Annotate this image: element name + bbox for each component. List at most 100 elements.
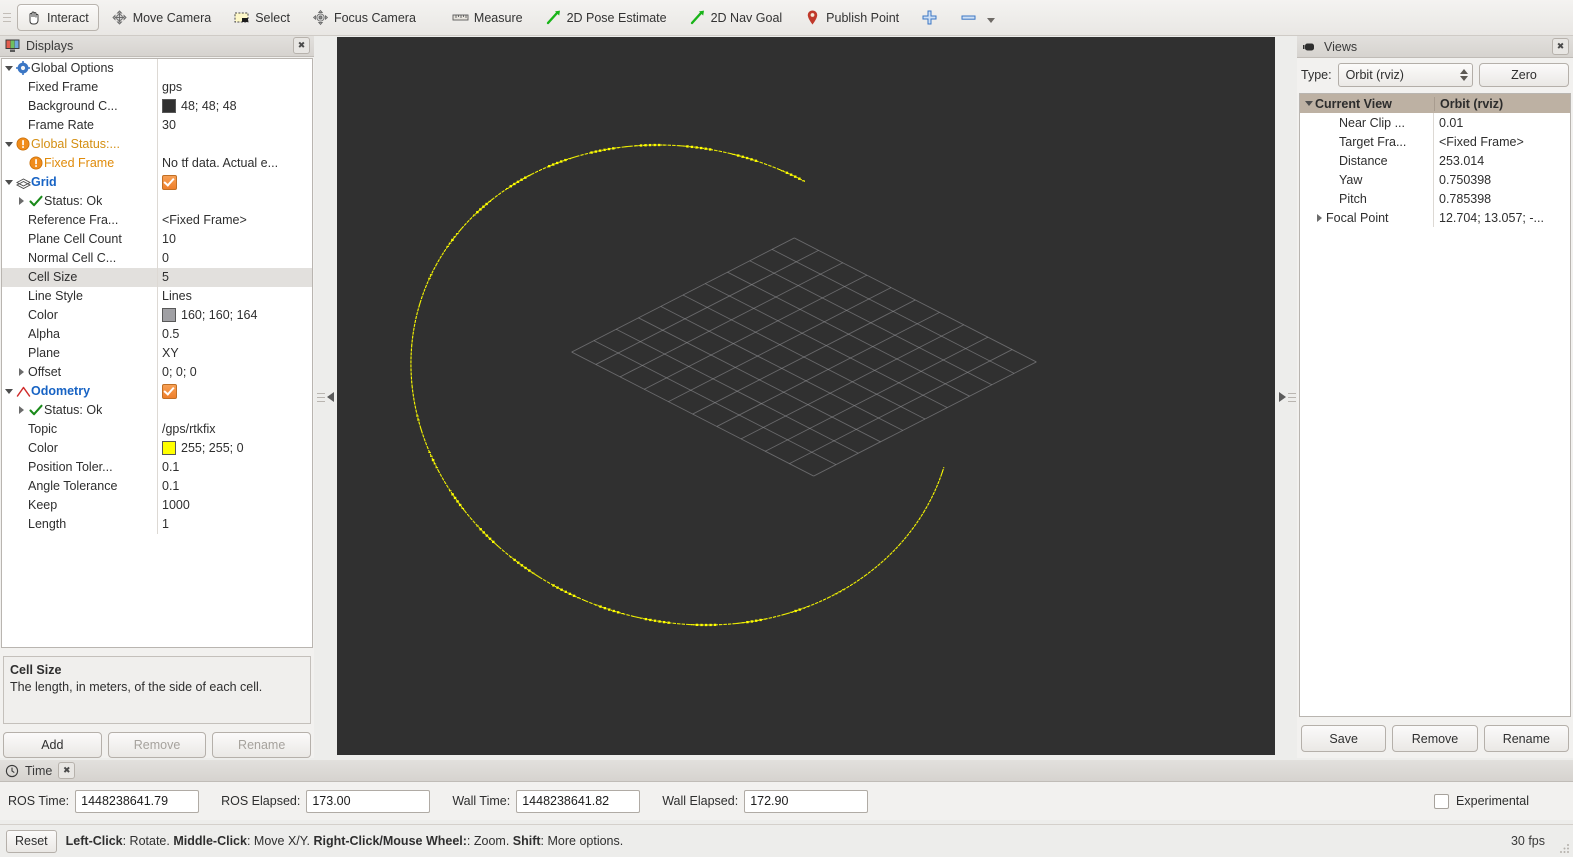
tool-2d-nav-goal[interactable]: 2D Nav Goal (681, 4, 793, 31)
current-view-twisty-icon[interactable] (1302, 101, 1315, 106)
twisty-open-icon[interactable] (2, 142, 15, 147)
view-property-row[interactable]: Distance 253.014 (1300, 151, 1570, 170)
display-property-row[interactable]: Frame Rate 30 (2, 115, 312, 135)
views-close-button[interactable]: ✖ (1552, 38, 1569, 55)
resize-grip-icon[interactable] (1558, 842, 1570, 854)
display-property-row[interactable]: Fixed Frame No tf data. Actual e... (2, 153, 312, 173)
zero-view-button[interactable]: Zero (1479, 63, 1569, 87)
twisty-open-icon[interactable] (2, 389, 15, 394)
property-value-cell[interactable]: 5 (158, 270, 312, 284)
property-value-cell[interactable]: 30 (158, 118, 312, 132)
property-value-cell[interactable]: Lines (158, 289, 312, 303)
twisty-closed-icon[interactable] (15, 368, 28, 376)
tool-remove-plugin[interactable] (952, 4, 1005, 31)
collapse-left-arrow-icon[interactable] (326, 392, 334, 402)
display-property-row[interactable]: Plane Cell Count 10 (2, 229, 312, 249)
property-value-cell[interactable]: /gps/rtkfix (158, 422, 312, 436)
twisty-open-icon[interactable] (2, 66, 15, 71)
display-property-row[interactable]: Color 255; 255; 0 (2, 438, 312, 458)
rename-display-button[interactable]: Rename (212, 732, 312, 758)
view-type-select[interactable]: Orbit (rviz) (1337, 63, 1473, 87)
display-property-row[interactable]: Color 160; 160; 164 (2, 305, 312, 325)
display-property-row[interactable]: Topic/gps/rtkfix (2, 419, 312, 439)
property-value-cell[interactable]: No tf data. Actual e... (158, 156, 312, 170)
display-property-row[interactable]: Normal Cell C... 0 (2, 248, 312, 268)
display-property-row[interactable]: Status: Ok (2, 400, 312, 420)
display-property-row[interactable]: Background C... 48; 48; 48 (2, 96, 312, 116)
time-field-input[interactable]: 172.90 (744, 789, 869, 813)
property-value-cell[interactable]: 10 (158, 232, 312, 246)
save-view-button[interactable]: Save (1301, 725, 1387, 752)
property-value-cell[interactable]: 0 (158, 251, 312, 265)
rename-view-button[interactable]: Rename (1483, 725, 1569, 752)
displays-property-tree[interactable]: Global Options Fixed Frame gps Background C… (1, 57, 313, 648)
tool-add-plugin[interactable] (913, 4, 948, 31)
display-property-row[interactable]: Plane XY (2, 343, 312, 363)
property-value-cell[interactable]: 160; 160; 164 (158, 308, 312, 323)
view-property-row[interactable]: Target Fra... <Fixed Frame> (1300, 132, 1570, 151)
property-value-cell[interactable] (158, 174, 312, 190)
twisty-closed-icon[interactable] (1313, 214, 1326, 222)
twisty-closed-icon[interactable] (15, 197, 28, 205)
display-property-row[interactable]: Line Style Lines (2, 286, 312, 306)
property-value-cell[interactable]: 255; 255; 0 (158, 441, 312, 456)
remove-display-button[interactable]: Remove (107, 732, 207, 758)
reset-button[interactable]: Reset (6, 829, 57, 853)
property-value-cell[interactable]: XY (158, 346, 312, 360)
property-value-cell[interactable]: 0.1 (158, 479, 312, 493)
time-field-input[interactable]: 173.00 (306, 789, 431, 813)
chevron-down-icon[interactable] (987, 18, 996, 23)
tool-measure[interactable]: Measure (444, 4, 533, 31)
enable-checkbox[interactable] (162, 174, 177, 190)
tool-2d-pose-estimate[interactable]: 2D Pose Estimate (537, 4, 677, 31)
toolbar-drag-handle[interactable] (3, 7, 13, 29)
display-property-row[interactable]: Alpha 0.5 (2, 324, 312, 344)
tool-move-camera[interactable]: Move Camera (103, 4, 222, 31)
view-property-row[interactable]: Yaw 0.750398 (1300, 170, 1570, 189)
property-value-cell[interactable] (158, 383, 312, 399)
display-property-row[interactable]: Keep 1000 (2, 495, 312, 515)
tool-publish-point[interactable]: Publish Point (796, 4, 909, 31)
view-property-value-label[interactable]: 0.785398 (1434, 192, 1570, 206)
display-property-row[interactable]: Length 1 (2, 514, 312, 534)
right-splitter[interactable] (1276, 36, 1298, 758)
color-swatch[interactable] (162, 308, 176, 323)
property-value-cell[interactable]: 1000 (158, 498, 312, 512)
view-property-value-label[interactable]: <Fixed Frame> (1434, 135, 1570, 149)
time-field-input[interactable]: 1448238641.79 (75, 789, 200, 813)
views-property-tree[interactable]: Current View Orbit (rviz) Near Clip ... 0… (1299, 93, 1571, 717)
tool-interact[interactable]: Interact (17, 4, 99, 31)
view-property-value-label[interactable]: 0.01 (1434, 116, 1570, 130)
display-property-row[interactable]: Cell Size 5 (2, 267, 312, 287)
color-swatch[interactable] (162, 99, 176, 114)
add-display-button[interactable]: Add (3, 732, 102, 758)
display-property-row[interactable]: Global Status:... (2, 134, 312, 154)
display-property-row[interactable]: Fixed Frame gps (2, 77, 312, 97)
view-property-value-label[interactable]: 12.704; 13.057; -... (1434, 211, 1570, 225)
time-field-input[interactable]: 1448238641.82 (516, 789, 641, 813)
display-property-row[interactable]: Grid (2, 172, 312, 192)
display-property-row[interactable]: Odometry (2, 381, 312, 401)
remove-view-button[interactable]: Remove (1392, 725, 1478, 752)
tool-select[interactable]: Select (225, 4, 300, 31)
enable-checkbox[interactable] (162, 383, 177, 399)
display-property-row[interactable]: Offset 0; 0; 0 (2, 362, 312, 382)
property-value-cell[interactable]: <Fixed Frame> (158, 213, 312, 227)
property-value-cell[interactable]: 1 (158, 517, 312, 531)
twisty-closed-icon[interactable] (15, 406, 28, 414)
left-splitter[interactable] (314, 36, 336, 758)
experimental-checkbox[interactable] (1434, 793, 1450, 809)
tool-focus-camera[interactable]: Focus Camera (304, 4, 426, 31)
property-value-cell[interactable]: gps (158, 80, 312, 94)
spinner-arrows-icon[interactable] (1460, 69, 1468, 81)
display-property-row[interactable]: Position Toler... 0.1 (2, 457, 312, 477)
property-value-cell[interactable]: 0; 0; 0 (158, 365, 312, 379)
time-close-button[interactable]: ✖ (58, 762, 76, 779)
view-property-value-label[interactable]: 253.014 (1434, 154, 1570, 168)
display-property-row[interactable]: Angle Tolerance 0.1 (2, 476, 312, 496)
display-property-row[interactable]: Reference Fra... <Fixed Frame> (2, 210, 312, 230)
view-property-value-label[interactable]: 0.750398 (1434, 173, 1570, 187)
property-value-cell[interactable]: 48; 48; 48 (158, 99, 312, 114)
display-property-row[interactable]: Global Options (2, 58, 312, 78)
twisty-open-icon[interactable] (2, 180, 15, 185)
